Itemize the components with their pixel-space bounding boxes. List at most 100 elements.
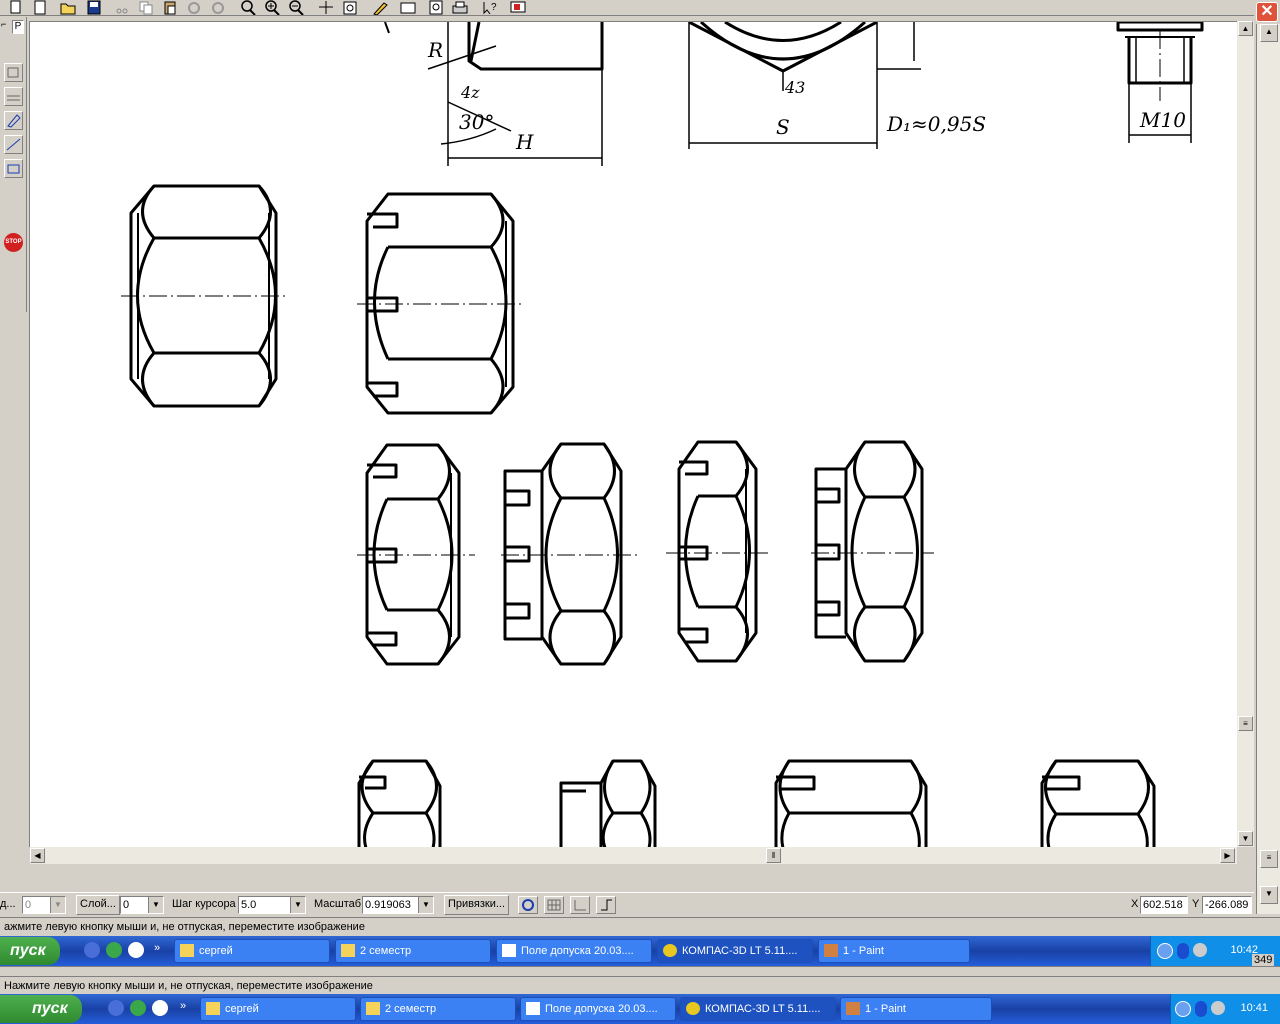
task-label: сергей <box>199 945 233 957</box>
scroll-right-icon[interactable]: ▶ <box>1220 848 1235 863</box>
quick-launch-panda-icon[interactable] <box>128 942 144 958</box>
taskbar-item-paint[interactable]: 1 - Paint <box>840 997 992 1021</box>
taskbar-item-semester[interactable]: 2 семестр <box>360 997 516 1021</box>
canvas-vertical-scrollbar[interactable]: ▲ ≡ ▼ <box>1237 21 1254 847</box>
overflow-chevron-icon[interactable]: » <box>180 1000 186 1012</box>
document-icon[interactable] <box>6 0 26 15</box>
scroll-up-icon[interactable]: ▲ <box>1238 21 1253 36</box>
select-icon[interactable] <box>4 159 23 178</box>
scale-field[interactable]: 0.919063 ▼ <box>362 896 434 914</box>
layer-field[interactable]: 0 ▼ <box>120 896 164 914</box>
layer-field-value: 0 <box>123 899 130 911</box>
quick-launch-globe-icon[interactable] <box>106 942 122 958</box>
taskbar-item-word[interactable]: Поле допуска 20.03.... <box>520 997 676 1021</box>
chevron-down-icon[interactable]: ▼ <box>418 897 433 913</box>
palette-corner-icon: ⌐ <box>1 19 7 29</box>
taskbar-item-word[interactable]: Поле допуска 20.03.... <box>496 939 652 963</box>
taskbar-item-kompas[interactable]: КОМПАС-3D LT 5.11.... <box>680 997 836 1021</box>
snaps-button[interactable]: Привязки... <box>444 895 510 915</box>
edge-partial-text: 349 <box>1252 954 1275 966</box>
start-button-secondary[interactable]: пуск <box>0 995 82 1023</box>
dimensions-icon[interactable] <box>4 87 23 106</box>
outer-scroll-up-icon[interactable]: ▲ <box>1260 24 1278 42</box>
measure-icon[interactable] <box>4 135 23 154</box>
label-s: S <box>776 115 790 139</box>
taskbar-item-paint[interactable]: 1 - Paint <box>818 939 970 963</box>
save-icon[interactable] <box>84 0 104 15</box>
undo-icon[interactable] <box>184 0 204 15</box>
cursor-step-label: Шаг курсора <box>172 898 236 910</box>
zoom-icon[interactable] <box>238 0 258 16</box>
close-button[interactable]: ✕ <box>1256 2 1278 22</box>
folder-icon <box>180 944 194 957</box>
palette-tab-p[interactable]: Р <box>12 20 24 34</box>
geometry-icon[interactable] <box>4 63 23 82</box>
bluetooth-icon[interactable] <box>1195 1001 1207 1017</box>
chevron-down-icon[interactable]: ▼ <box>148 897 163 913</box>
quick-launch-bs-icon[interactable] <box>84 942 100 958</box>
task-label: 1 - Paint <box>865 1003 906 1015</box>
style-field[interactable]: 0 ▼ <box>22 896 66 914</box>
bluetooth-icon[interactable] <box>1177 943 1189 959</box>
scale-value: 0.919063 <box>365 899 411 911</box>
canvas-horizontal-scrollbar[interactable]: ◀ ⦀ ▶ <box>30 847 1237 864</box>
start-button[interactable]: пуск <box>0 937 60 965</box>
style-field-value: 0 <box>25 899 32 911</box>
outer-scroll-down-icon[interactable]: ▼ <box>1260 886 1278 904</box>
help-icon[interactable]: ? <box>480 0 500 15</box>
redo-icon[interactable] <box>208 0 228 15</box>
x-coordinate-field[interactable]: 602.518 <box>1140 896 1188 914</box>
preview-icon[interactable] <box>426 0 446 15</box>
folder-icon <box>366 1002 380 1015</box>
label-4z: 4z <box>460 83 480 102</box>
paste-icon[interactable] <box>160 0 180 15</box>
scroll-thumb-vertical[interactable]: ≡ <box>1238 716 1253 731</box>
edit-icon[interactable] <box>4 111 23 130</box>
quick-launch-bs-icon[interactable] <box>108 1000 124 1016</box>
print-icon[interactable] <box>450 0 470 15</box>
pan-icon[interactable] <box>316 0 336 15</box>
taskbar-item-kompas[interactable]: КОМПАС-3D LT 5.11.... <box>657 939 813 963</box>
chevron-down-icon[interactable]: ▼ <box>290 897 305 913</box>
zoom-in-icon[interactable] <box>262 0 282 16</box>
quick-launch-panda-icon[interactable] <box>152 1000 168 1016</box>
ortho-icon[interactable] <box>596 896 616 914</box>
new-document-icon[interactable] <box>30 0 50 15</box>
cut-icon[interactable] <box>112 0 132 15</box>
grid-icon[interactable] <box>544 896 564 914</box>
tray-app-icon[interactable] <box>1193 943 1207 957</box>
taskbar-item-sergey[interactable]: сергей <box>174 939 330 963</box>
screen-icon[interactable] <box>508 0 528 15</box>
taskbar-item-semester[interactable]: 2 семестр <box>335 939 491 963</box>
open-folder-icon[interactable] <box>58 0 78 15</box>
zoom-out-icon[interactable] <box>286 0 306 16</box>
copy-icon[interactable] <box>136 0 156 15</box>
scroll-down-icon[interactable]: ▼ <box>1238 831 1253 846</box>
snap-settings-icon[interactable] <box>518 896 538 914</box>
overflow-chevron-icon[interactable]: » <box>154 942 160 954</box>
pencil-icon[interactable] <box>370 0 390 16</box>
zoom-window-icon[interactable] <box>340 0 360 15</box>
outer-vertical-scrollbar[interactable]: ▲ ≡ ▼ <box>1256 24 1280 914</box>
scroll-left-icon[interactable]: ◀ <box>30 848 45 863</box>
tray-app-icon[interactable] <box>1211 1001 1225 1015</box>
y-coordinate-field[interactable]: -266.089 <box>1202 896 1252 914</box>
cursor-step-field[interactable]: 5.0 ▼ <box>238 896 306 914</box>
rectangle-icon[interactable] <box>398 0 418 15</box>
parameter-bar: д... 0 ▼ Слой... 0 ▼ Шаг курсора 5.0 ▼ Масш… <box>0 892 1254 916</box>
folder-icon <box>341 944 355 957</box>
taskbar-item-sergey[interactable]: сергей <box>200 997 356 1021</box>
outer-scroll-thumb[interactable]: ≡ <box>1260 850 1278 868</box>
tray-chevron-icon[interactable] <box>1175 1001 1191 1017</box>
scroll-thumb-horizontal[interactable]: ⦀ <box>766 848 781 863</box>
drawing-canvas[interactable]: R 4z 43 30° H S D₁≈0,95S M10 <box>29 21 1237 847</box>
left-palette: ⌐ Р STOP <box>0 17 27 312</box>
kompas-icon <box>686 1002 700 1015</box>
tray-chevron-icon[interactable] <box>1157 943 1173 959</box>
stop-icon[interactable]: STOP <box>4 233 23 252</box>
quick-launch-globe-icon[interactable] <box>130 1000 146 1016</box>
local-cs-icon[interactable] <box>570 896 590 914</box>
chevron-down-icon[interactable]: ▼ <box>50 897 65 913</box>
layer-button[interactable]: Слой... <box>76 895 120 915</box>
task-label: 2 семестр <box>360 945 412 957</box>
